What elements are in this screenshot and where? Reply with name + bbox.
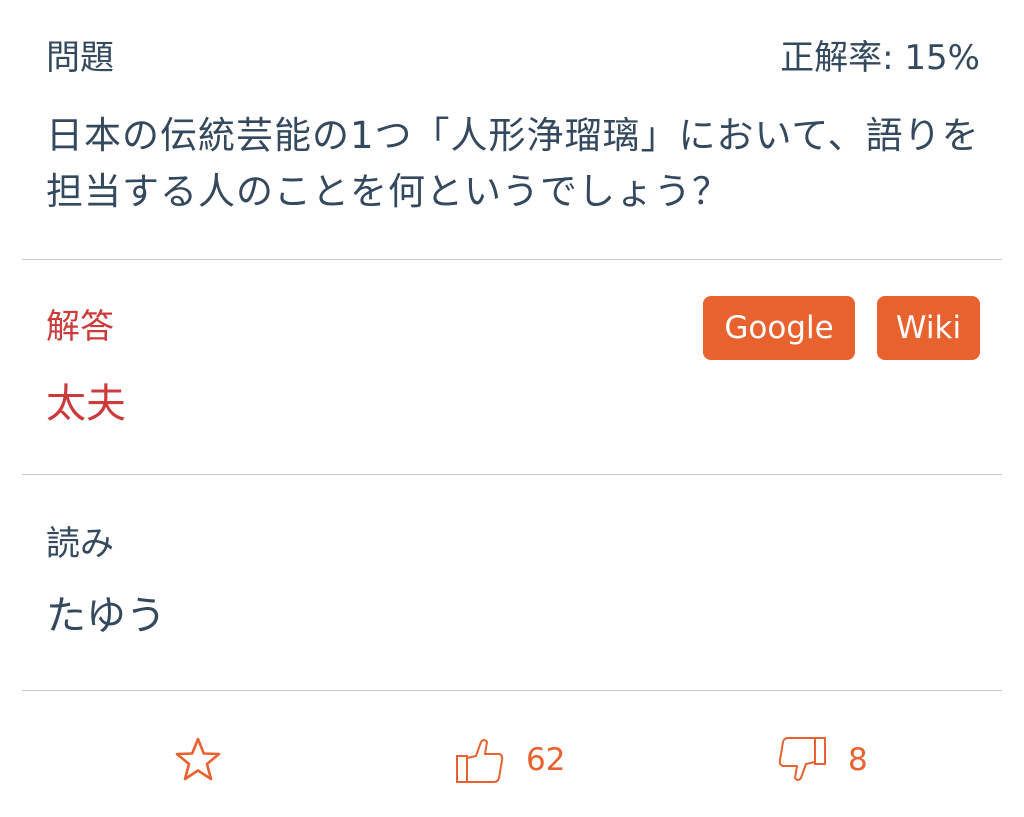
favorite-button[interactable] [174, 728, 222, 792]
divider [22, 259, 1002, 260]
dislike-count: 8 [848, 742, 868, 778]
like-count: 62 [526, 742, 566, 778]
wiki-search-button[interactable]: Wiki [877, 296, 980, 360]
star-icon [174, 736, 222, 784]
answer-text: 太夫 [46, 381, 126, 427]
google-search-button[interactable]: Google [703, 296, 855, 360]
thumbs-down-icon [776, 734, 828, 786]
like-button[interactable]: 62 [454, 728, 565, 792]
dislike-button[interactable]: 8 [776, 728, 868, 792]
divider [22, 690, 1002, 691]
answer-label: 解答 [46, 307, 114, 347]
reading-label: 読み [46, 524, 114, 564]
question-label: 問題 [46, 38, 114, 78]
divider [22, 474, 1002, 475]
reading-text: たゆう [46, 593, 166, 639]
question-text: 日本の伝統芸能の1つ「人形浄瑠璃」において、語りを担当する人のことを何というでし… [46, 114, 980, 213]
correct-rate: 正解率: 15% [780, 38, 980, 78]
thumbs-up-icon [454, 734, 506, 786]
